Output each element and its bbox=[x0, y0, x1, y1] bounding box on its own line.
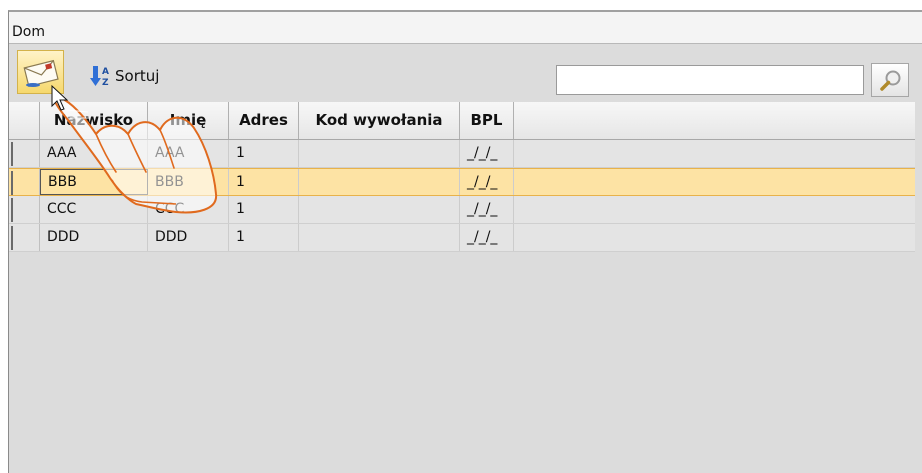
cell-adres[interactable]: 1 bbox=[229, 169, 299, 195]
cell-adres[interactable]: 1 bbox=[229, 140, 299, 167]
cell-bpl[interactable]: _/_/_ bbox=[460, 140, 514, 167]
cell-adres[interactable]: 1 bbox=[229, 196, 299, 223]
column-header-imie[interactable]: Imię bbox=[148, 102, 229, 139]
cell-nazwisko[interactable]: AAA bbox=[40, 140, 148, 167]
cell-kod-wywolania[interactable] bbox=[299, 196, 460, 223]
table-row[interactable]: AAA AAA 1 _/_/_ bbox=[9, 140, 915, 168]
toolbar: A Z Sortuj bbox=[9, 44, 922, 102]
cell-imie[interactable]: CCC bbox=[148, 196, 229, 223]
contacts-table: Nazwisko Imię Adres Kod wywołania BPL AA… bbox=[9, 102, 915, 252]
row-selector[interactable] bbox=[9, 169, 40, 195]
cell-nazwisko-focused[interactable]: BBB bbox=[40, 169, 148, 195]
cell-imie[interactable]: AAA bbox=[148, 140, 229, 167]
cell-bpl[interactable]: _/_/_ bbox=[460, 224, 514, 251]
svg-text:Z: Z bbox=[102, 78, 109, 88]
sort-button[interactable]: A Z Sortuj bbox=[89, 64, 159, 88]
search-button[interactable] bbox=[871, 63, 909, 97]
table-row-selected[interactable]: BBB BBB 1 _/_/_ bbox=[9, 168, 915, 196]
cell-nazwisko[interactable]: CCC bbox=[40, 196, 148, 223]
cell-bpl[interactable]: _/_/_ bbox=[460, 196, 514, 223]
title-bar: Dom bbox=[9, 12, 922, 44]
sort-az-icon: A Z bbox=[90, 66, 109, 88]
table-row[interactable]: CCC CCC 1 _/_/_ bbox=[9, 196, 915, 224]
window-title: Dom bbox=[12, 24, 45, 40]
svg-text:A: A bbox=[102, 67, 109, 77]
address-book-window: Dom A Z Sortuj Nazwisko Imię Adres Kod w… bbox=[8, 10, 922, 473]
row-selector[interactable] bbox=[9, 140, 40, 167]
row-selector[interactable] bbox=[9, 224, 40, 251]
column-header-kod-wywolania[interactable]: Kod wywołania bbox=[299, 102, 460, 139]
send-message-button[interactable] bbox=[17, 50, 64, 94]
cell-adres[interactable]: 1 bbox=[229, 224, 299, 251]
cell-kod-wywolania[interactable] bbox=[299, 140, 460, 167]
table-row[interactable]: DDD DDD 1 _/_/_ bbox=[9, 224, 915, 252]
cell-imie[interactable]: DDD bbox=[148, 224, 229, 251]
cell-bpl[interactable]: _/_/_ bbox=[460, 169, 514, 195]
cell-nazwisko[interactable]: DDD bbox=[40, 224, 148, 251]
cell-kod-wywolania[interactable] bbox=[299, 224, 460, 251]
table-header: Nazwisko Imię Adres Kod wywołania BPL bbox=[9, 102, 915, 140]
search-input[interactable] bbox=[556, 65, 864, 95]
envelope-icon bbox=[23, 59, 59, 88]
row-selector[interactable] bbox=[9, 196, 40, 223]
magnifier-icon bbox=[880, 70, 901, 91]
sort-label: Sortuj bbox=[115, 67, 160, 85]
cell-kod-wywolania[interactable] bbox=[299, 169, 460, 195]
cell-imie[interactable]: BBB bbox=[148, 169, 229, 195]
column-header-adres[interactable]: Adres bbox=[229, 102, 299, 139]
row-selector-header bbox=[9, 102, 40, 139]
column-header-nazwisko[interactable]: Nazwisko bbox=[40, 102, 148, 139]
column-header-bpl[interactable]: BPL bbox=[460, 102, 514, 139]
top-strip bbox=[0, 0, 922, 10]
